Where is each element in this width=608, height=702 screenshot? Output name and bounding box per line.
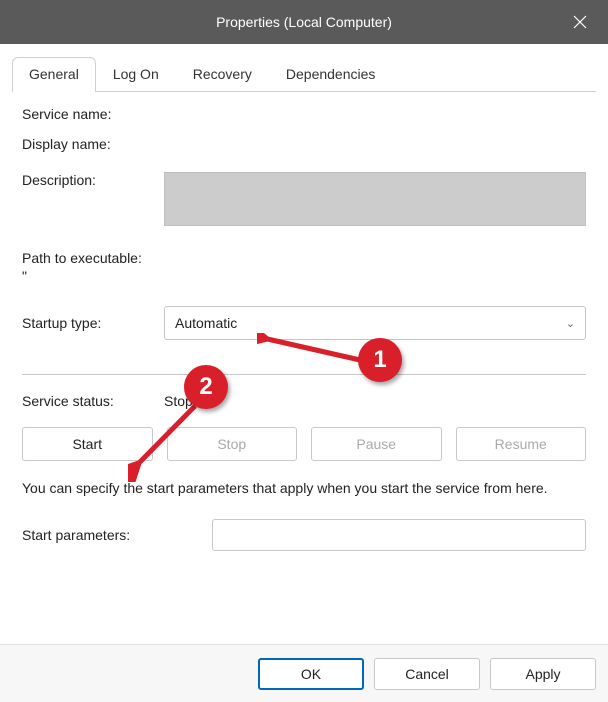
start-params-label: Start parameters: [22, 527, 212, 543]
tab-strip: General Log On Recovery Dependencies [12, 56, 596, 92]
path-value: " [22, 268, 586, 284]
resume-button: Resume [456, 427, 587, 461]
stop-button: Stop [167, 427, 298, 461]
tab-log-on[interactable]: Log On [96, 57, 176, 92]
description-textarea[interactable] [164, 172, 586, 226]
startup-type-value: Automatic [175, 315, 237, 331]
section-divider [22, 374, 586, 375]
close-button[interactable] [552, 0, 608, 44]
service-name-label: Service name: [22, 106, 164, 122]
annotation-badge-1: 1 [358, 338, 402, 382]
annotation-badge-2: 2 [184, 365, 228, 409]
description-label: Description: [22, 172, 164, 188]
startup-type-label: Startup type: [22, 315, 164, 331]
service-status-label: Service status: [22, 393, 164, 409]
ok-button[interactable]: OK [258, 658, 364, 690]
tab-general[interactable]: General [12, 57, 96, 92]
tab-recovery[interactable]: Recovery [176, 57, 269, 92]
startup-type-select[interactable]: Automatic ⌄ [164, 306, 586, 340]
dialog-footer: OK Cancel Apply [258, 658, 596, 690]
display-name-label: Display name: [22, 136, 164, 152]
service-status-value: Stopped [164, 393, 586, 409]
tab-body-general: Service name: Display name: Description:… [12, 94, 596, 575]
close-icon [573, 15, 587, 29]
cancel-button[interactable]: Cancel [374, 658, 480, 690]
apply-button[interactable]: Apply [490, 658, 596, 690]
start-params-hint: You can specify the start parameters tha… [22, 479, 586, 499]
path-label: Path to executable: [22, 250, 142, 266]
start-params-input[interactable] [212, 519, 586, 551]
tab-dependencies[interactable]: Dependencies [269, 57, 393, 92]
chevron-down-icon: ⌄ [566, 317, 575, 330]
pause-button: Pause [311, 427, 442, 461]
start-button[interactable]: Start [22, 427, 153, 461]
title-bar: Properties (Local Computer) [0, 0, 608, 44]
window-title: Properties (Local Computer) [216, 14, 392, 30]
